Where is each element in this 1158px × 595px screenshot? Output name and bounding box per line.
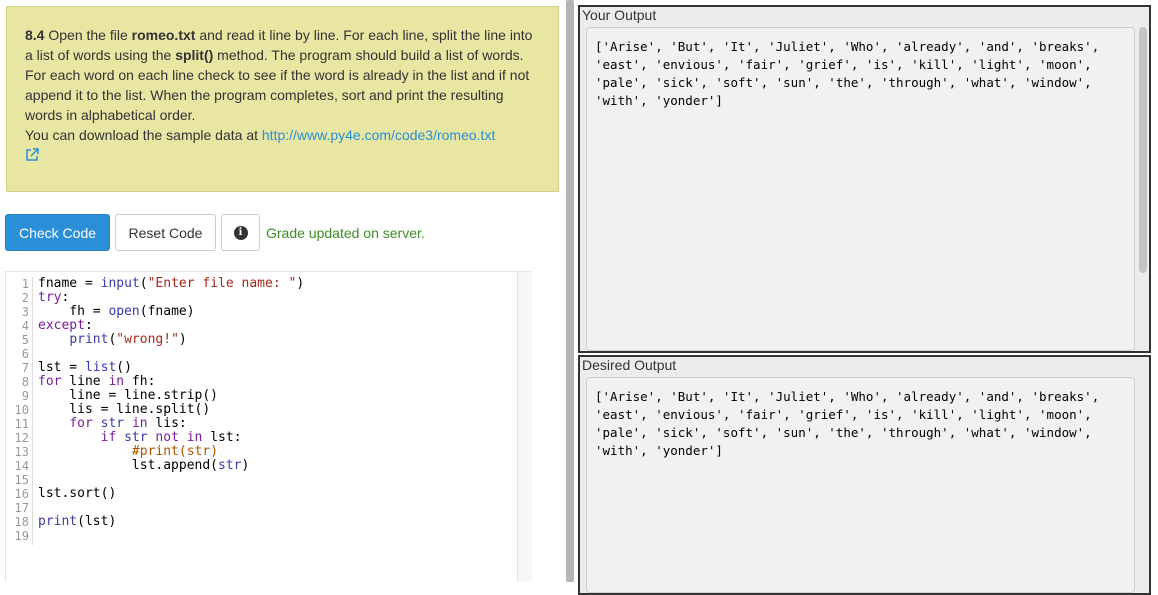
- line-number: 4: [21, 319, 29, 333]
- code-line: fname = input("Enter file name: "): [38, 276, 305, 291]
- grade-status: Grade updated on server.: [266, 224, 425, 241]
- line-number: 12: [14, 431, 29, 445]
- pane-splitter[interactable]: [563, 0, 578, 582]
- problem-method-name: split(): [175, 47, 214, 63]
- line-number: 13: [14, 445, 29, 459]
- left-pane: 8.4 Open the file romeo.txt and read it …: [0, 0, 563, 582]
- code-editor[interactable]: 1 2 3 4 5 6 7 8 9 10 11 12 13 14 15 16 1…: [5, 271, 532, 582]
- editor-scrollbar[interactable]: [517, 272, 532, 582]
- your-output-panel: Your Output ['Arise', 'But', 'It', 'Juli…: [578, 5, 1151, 353]
- your-output-scrollbar[interactable]: [1139, 27, 1147, 273]
- line-number: 9: [21, 389, 29, 403]
- desired-output-text: ['Arise', 'But', 'It', 'Juliet', 'Who', …: [586, 377, 1135, 593]
- desired-output-panel: Desired Output ['Arise', 'But', 'It', 'J…: [578, 355, 1151, 595]
- check-code-button[interactable]: Check Code: [5, 214, 110, 251]
- line-number: 6: [21, 347, 29, 361]
- code-line: print("wrong!"): [69, 332, 187, 347]
- code-line: for str in lis:: [69, 416, 187, 431]
- external-link-icon[interactable]: [25, 147, 39, 167]
- your-output-label: Your Output: [582, 7, 657, 23]
- your-output-text: ['Arise', 'But', 'It', 'Juliet', 'Who', …: [586, 27, 1135, 351]
- line-number: 2: [21, 291, 29, 305]
- code-line: for line in fh:: [38, 374, 156, 389]
- line-number: 8: [21, 375, 29, 389]
- line-number: 19: [14, 529, 29, 543]
- toolbar: Check Code Reset Code i Grade updated on…: [5, 214, 425, 251]
- problem-number: 8.4: [25, 27, 45, 43]
- problem-file-name: romeo.txt: [131, 27, 196, 43]
- code-line: if str not in lst:: [100, 430, 242, 445]
- line-number: 17: [14, 501, 29, 515]
- line-number: 5: [21, 333, 29, 347]
- download-text: You can download the sample data at: [25, 127, 262, 143]
- line-number: 15: [14, 473, 29, 487]
- code-line: lis = line.split(): [38, 402, 211, 417]
- problem-description: 8.4 Open the file romeo.txt and read it …: [6, 6, 559, 192]
- splitter-handle[interactable]: [566, 0, 574, 582]
- line-number: 7: [21, 361, 29, 375]
- line-number: 10: [14, 403, 29, 417]
- reset-code-button[interactable]: Reset Code: [115, 214, 216, 251]
- code-line: try:: [38, 290, 70, 305]
- line-number: 3: [21, 305, 29, 319]
- code-line: except:: [38, 318, 93, 333]
- line-number: 18: [14, 515, 29, 529]
- line-number: 1: [21, 277, 29, 291]
- code-line: fh = open(fname): [38, 304, 195, 319]
- line-number: 16: [14, 487, 29, 501]
- line-number: 14: [14, 459, 29, 473]
- code-line: lst = list(): [38, 360, 132, 375]
- code-line: lst.sort(): [38, 486, 117, 501]
- line-number-gutter: 1 2 3 4 5 6 7 8 9 10 11 12 13 14 15 16 1…: [6, 277, 33, 545]
- line-number: 11: [14, 417, 29, 431]
- download-link[interactable]: http://www.py4e.com/code3/romeo.txt: [262, 127, 495, 143]
- desired-output-label: Desired Output: [582, 357, 677, 373]
- code-line: lst.append(str): [38, 458, 250, 473]
- problem-text: Open the file: [44, 27, 132, 43]
- info-button[interactable]: i: [221, 214, 260, 251]
- info-icon: i: [233, 225, 248, 240]
- code-line: line = line.strip(): [38, 388, 219, 403]
- code-line: #print(str): [131, 444, 219, 459]
- code-content[interactable]: fname = input("Enter file name: ") try: …: [38, 277, 304, 543]
- code-line: print(lst): [38, 514, 117, 529]
